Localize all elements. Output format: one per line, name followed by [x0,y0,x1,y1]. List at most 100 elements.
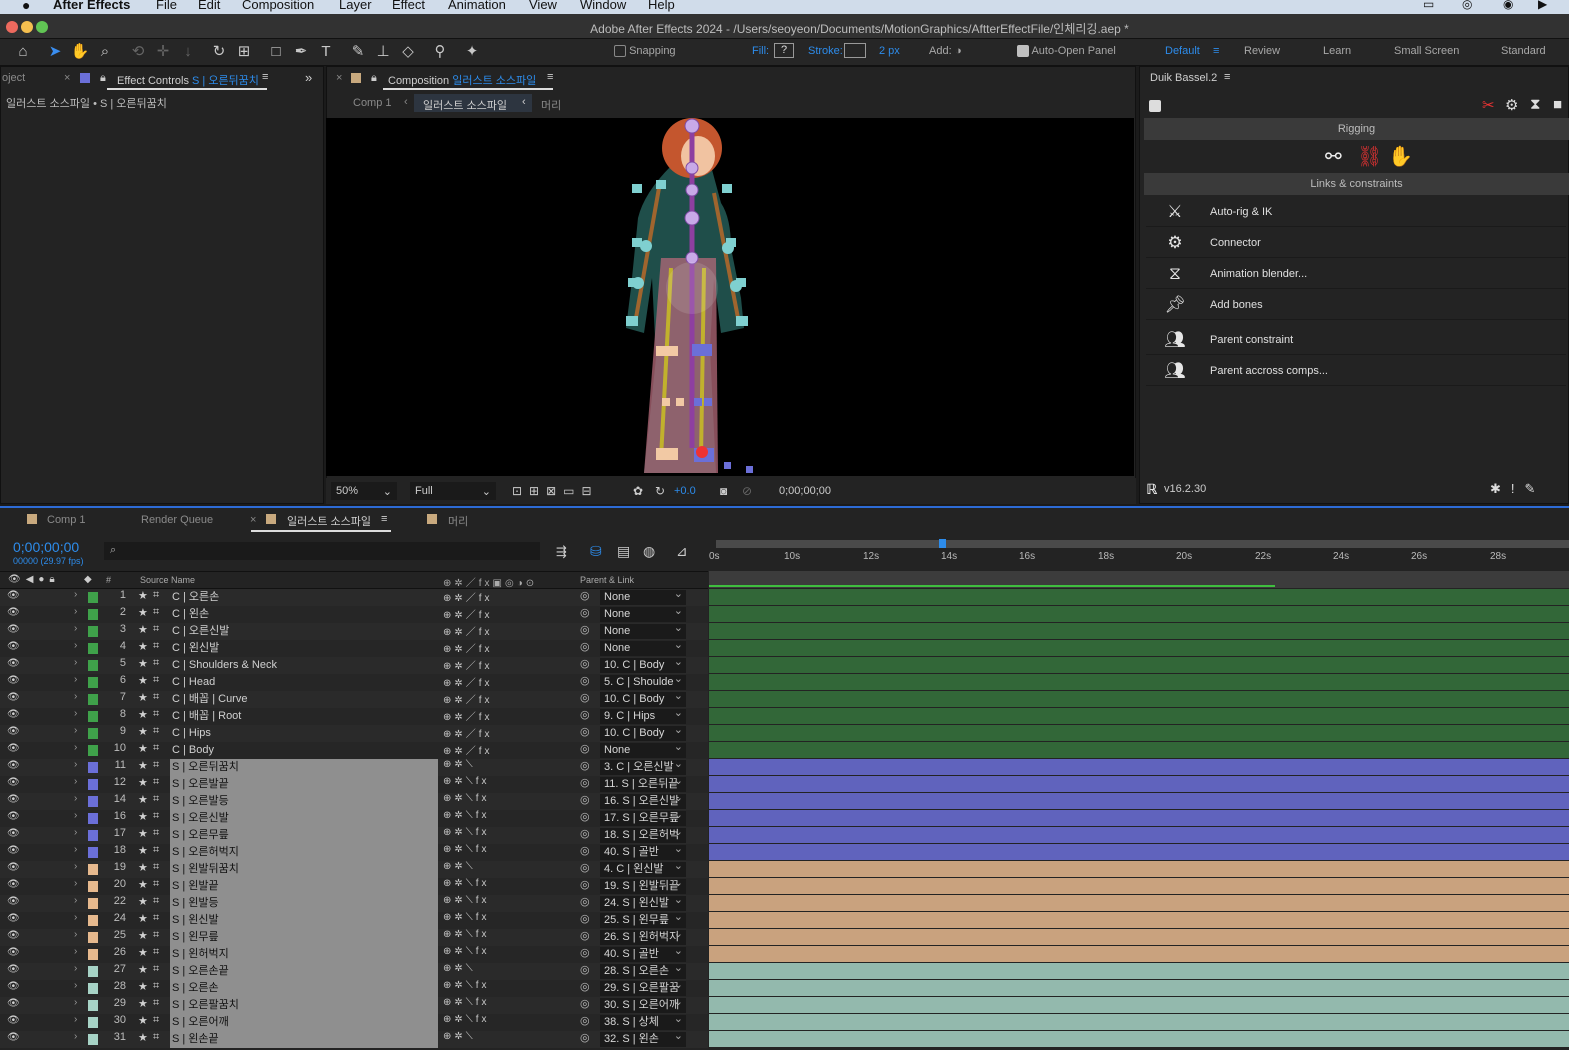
label-color-swatch[interactable] [88,609,98,620]
selection-tool-icon[interactable]: ➤ [45,42,65,62]
layer-switches[interactable]: ⊕✲／fx [443,742,493,757]
expand-arrow-icon[interactable]: › [74,742,77,753]
breadcrumb-forward-icon[interactable]: ‹ [522,96,526,108]
label-color-swatch[interactable] [88,830,98,841]
expand-panels-icon[interactable]: » [305,70,312,85]
eye-icon[interactable]: 👁︎ [7,845,20,856]
star-icon[interactable]: ★ [138,742,148,755]
reset-exposure-icon[interactable]: ↻ [655,484,665,498]
pickwhip-icon[interactable]: ◎ [580,997,590,1010]
parent-dropdown[interactable]: 9. C | Hips [600,709,686,724]
label-color-swatch[interactable] [88,779,98,790]
label-color-swatch[interactable] [88,983,98,994]
layer-name[interactable]: S | 오른발끝 [170,776,438,793]
layer-switches[interactable]: ⊕✲⟍fx [443,997,490,1008]
pickwhip-icon[interactable]: ◎ [580,708,590,721]
label-color-swatch[interactable] [88,898,98,909]
layer-name[interactable]: S | 오른뒤꿈치 [170,759,438,776]
layer-row[interactable]: 👁︎ › 10 ★ ⌗ C | Body ⊕✲／fx ◎ None [0,742,708,759]
pickwhip-icon[interactable]: ◎ [580,861,590,874]
layer-duration-bar[interactable] [709,640,1569,656]
star-icon[interactable]: ★ [138,895,148,908]
duik-rig-icon[interactable]: ✂ [1482,96,1495,114]
layer-row[interactable]: 👁︎ › 7 ★ ⌗ C | 배꼽 | Curve ⊕✲／fx ◎ 10. C | Body [0,691,708,708]
star-icon[interactable]: ★ [138,691,148,704]
eye-icon[interactable]: 👁︎ [7,981,20,992]
close-tab-icon[interactable]: × [64,72,70,84]
layer-switches[interactable]: ⊕✲⟍ [443,759,476,770]
parent-link-column-header[interactable]: Parent & Link [580,575,634,585]
expand-arrow-icon[interactable]: › [74,725,77,736]
expand-arrow-icon[interactable]: › [74,810,77,821]
column-av-icons[interactable]: 👁︎◀●🔒︎ [8,574,60,585]
expand-arrow-icon[interactable]: › [74,708,77,719]
pickwhip-icon[interactable]: ◎ [580,963,590,976]
source-name-column-header[interactable]: Source Name [140,575,195,585]
label-color-swatch[interactable] [88,677,98,688]
rigging-section-header[interactable]: Rigging [1144,118,1569,140]
layer-switches[interactable]: ⊕✲／fx [443,725,493,740]
eye-icon[interactable]: 👁︎ [7,658,20,669]
status-notification-icon[interactable]: ◉ [1503,0,1513,11]
layer-row[interactable]: 👁︎ › 28 ★ ⌗ S | 오른손 ⊕✲⟍fx ◎ 29. S | 오른팔꿈 [0,980,708,997]
parent-dropdown[interactable]: 32. S | 왼손 [600,1032,686,1047]
pickwhip-icon[interactable]: ◎ [580,912,590,925]
layer-duration-bar[interactable] [709,674,1569,690]
label-color-swatch[interactable] [88,1034,98,1045]
eye-icon[interactable]: 👁︎ [7,947,20,958]
layer-switches[interactable]: ⊕✲⟍ [443,963,476,974]
layer-name[interactable]: S | 왼발끝 [170,878,438,895]
eye-icon[interactable]: 👁︎ [7,828,20,839]
pickwhip-icon[interactable]: ◎ [580,623,590,636]
layer-duration-bar[interactable] [709,912,1569,928]
expand-arrow-icon[interactable]: › [74,878,77,889]
pickwhip-icon[interactable]: ◎ [580,946,590,959]
frame-blending-icon[interactable]: ▤ [617,543,630,560]
pickwhip-icon[interactable]: ◎ [580,759,590,772]
layer-name[interactable]: S | 오른손 [170,980,438,997]
eye-icon[interactable]: 👁︎ [7,794,20,805]
expand-arrow-icon[interactable]: › [74,1014,77,1025]
layer-name[interactable]: S | 왼허벅지 [170,946,438,963]
close-timeline-tab-icon[interactable]: × [250,514,256,526]
comp-lock-icon[interactable]: 🔒︎ [371,72,377,85]
star-icon[interactable]: ★ [138,793,148,806]
menu-animation[interactable]: Animation [448,0,506,12]
links-section-header[interactable]: Links & constraints [1144,173,1569,195]
expand-arrow-icon[interactable]: › [74,997,77,1008]
layer-name[interactable]: S | 왼신발 [170,912,438,929]
label-color-swatch[interactable] [88,796,98,807]
layer-duration-bar[interactable] [709,878,1569,894]
duik-settings-icon[interactable]: ⚙ [1505,96,1518,114]
layer-name[interactable]: S | 왼발뒤꿈치 [170,861,438,878]
layer-row[interactable]: 👁︎ › 24 ★ ⌗ S | 왼신발 ⊕✲⟍fx ◎ 25. S | 왼무릎 [0,912,708,929]
label-color-swatch[interactable] [88,915,98,926]
workspace-review[interactable]: Review [1244,45,1280,57]
layer-row[interactable]: 👁︎ › 6 ★ ⌗ C | Head ⊕✲／fx ◎ 5. C | Shoulde [0,674,708,691]
work-area-bar[interactable] [716,540,1569,548]
breadcrumb-source-file[interactable]: 일러스트 소스파일 [423,97,507,113]
close-comp-tab-icon[interactable]: × [336,72,342,84]
parent-dropdown[interactable]: 40. S | 골반 [600,845,686,860]
layer-name[interactable]: S | 왼손끝 [170,1031,438,1048]
layer-duration-bar[interactable] [709,827,1569,843]
eye-icon[interactable]: 👁︎ [7,675,20,686]
tab-composition[interactable]: Composition 일러스트 소스파일 [388,72,536,88]
zoom-dropdown[interactable]: 50% ⌄ [331,482,397,500]
eye-icon[interactable]: 👁︎ [7,896,20,907]
layer-switches[interactable]: ⊕✲／fx [443,623,493,638]
rig-hand-icon[interactable]: ✋ [1388,144,1413,169]
layer-duration-bar[interactable] [709,1014,1569,1030]
eye-icon[interactable]: 👁︎ [7,590,20,601]
duik-footer-icons[interactable]: ✱!✎ [1490,481,1545,497]
expand-arrow-icon[interactable]: › [74,623,77,634]
expand-arrow-icon[interactable]: › [74,691,77,702]
menu-effect[interactable]: Effect [392,0,425,12]
label-color-swatch[interactable] [88,694,98,705]
timeline-timecode[interactable]: 0;00;00;00 [13,539,79,555]
parent-dropdown[interactable]: 5. C | Shoulde [600,675,686,690]
layer-row[interactable]: 👁︎ › 27 ★ ⌗ S | 오른손끝 ⊕✲⟍ ◎ 28. S | 오른손 [0,963,708,980]
menu-view[interactable]: View [529,0,557,12]
tab-comp1[interactable]: Comp 1 [47,514,86,526]
layer-switches[interactable]: ⊕✲／fx [443,589,493,604]
